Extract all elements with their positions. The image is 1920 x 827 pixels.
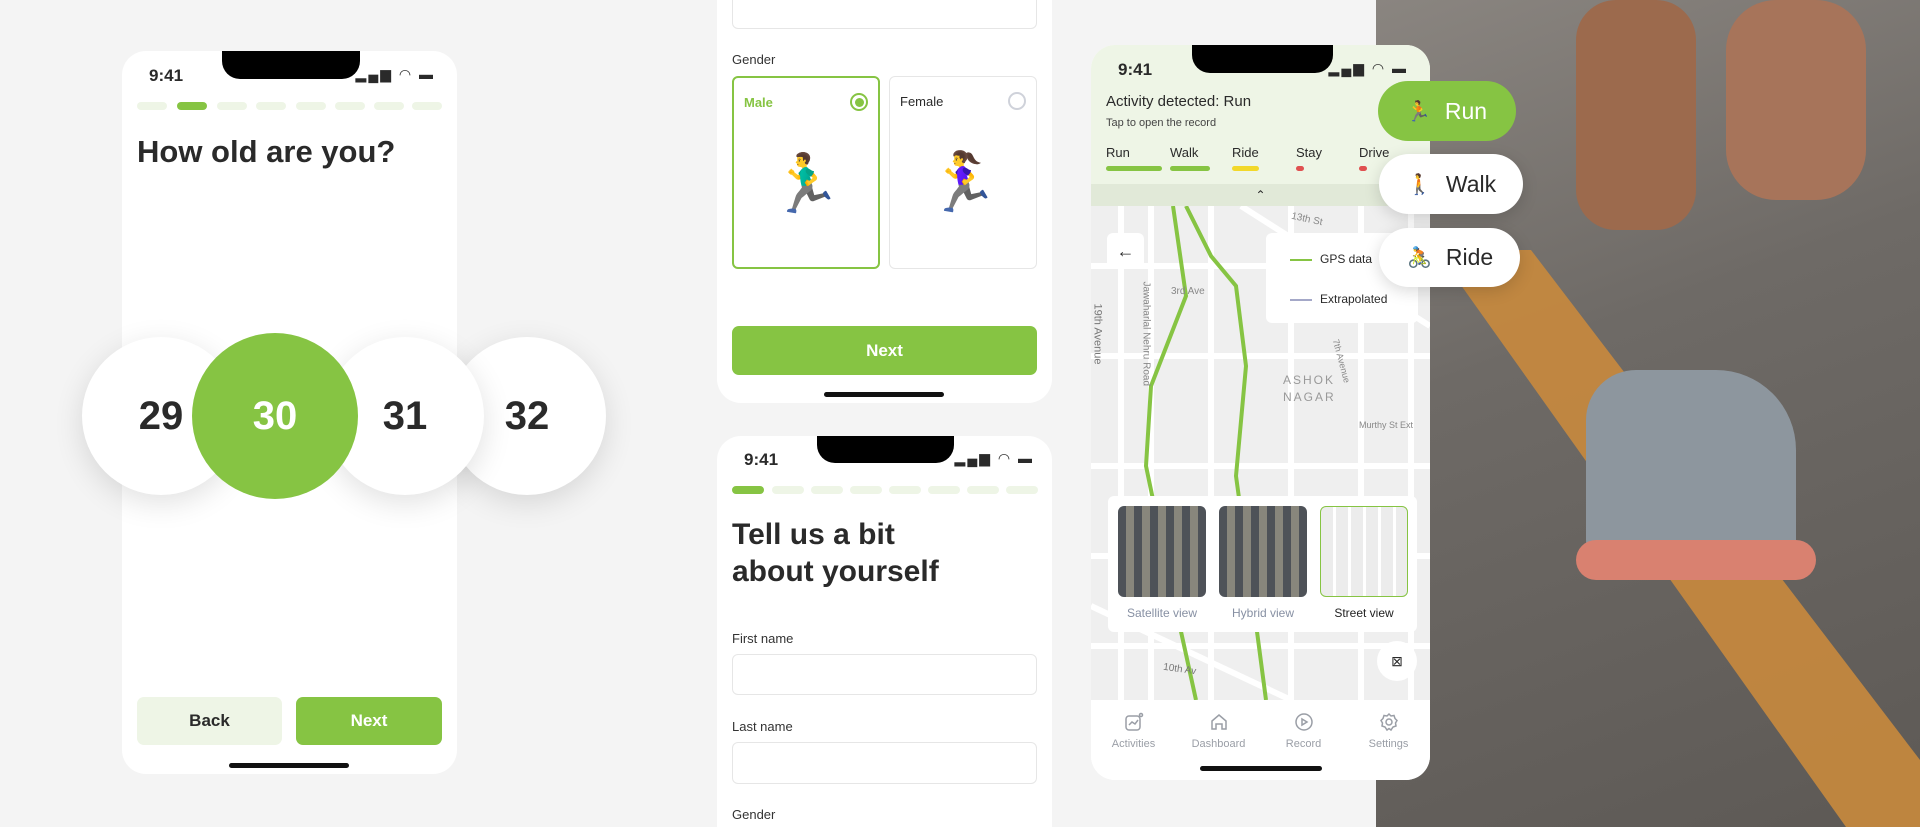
activity-stay: Stay [1296,145,1323,160]
map-view-switcher: Satellite view Hybrid view Street view [1108,496,1417,632]
gender-label: Gender [732,52,776,67]
home-icon [1210,714,1227,730]
play-circle-icon [1294,713,1313,731]
runner-icon: 🏃 [1406,100,1431,123]
hybrid-view-option[interactable] [1219,506,1307,597]
activity-headline: Activity detected: Run [1106,93,1252,110]
next-button[interactable]: Next [732,326,1037,375]
previous-input[interactable] [732,0,1037,29]
next-button[interactable]: Next [296,697,442,745]
home-indicator [1200,766,1322,771]
status-time: 9:41 [1118,60,1153,79]
first-name-input[interactable] [732,654,1037,695]
activity-bar-ride [1232,166,1259,171]
nav-record[interactable]: Record [1261,700,1346,750]
chevron-up-icon: ⌃ [1255,188,1266,202]
activity-walk: Walk [1170,145,1199,160]
status-icons: ▂▄▆ ◠ ▬ [355,66,435,82]
female-runner-icon: 🏃‍♀️ [926,150,1000,215]
gear-icon [1379,712,1398,732]
home-indicator [229,763,349,768]
notch [1192,45,1333,73]
age-option-30-selected[interactable]: 30 [192,333,358,499]
notch [222,51,360,79]
back-button[interactable]: ← [1107,233,1144,269]
status-time: 9:41 [744,450,779,469]
activity-ride: Ride [1232,145,1259,160]
back-button[interactable]: Back [137,697,282,745]
male-runner-icon: 🏃‍♂️ [769,151,843,216]
satellite-view-option[interactable] [1118,506,1206,597]
activity-pill-ride[interactable]: 🚴 Ride [1379,228,1520,287]
status-icons: ▂▄▆ ◠ ▬ [1328,60,1408,76]
activity-chart-icon [1124,712,1143,731]
first-name-label: First name [732,631,794,646]
gender-screen: Gender Male 🏃‍♂️ Female 🏃‍♀️ Next [717,0,1052,403]
page-title: Tell us a bit about yourself [732,518,939,588]
activity-pill-walk[interactable]: 🚶 Walk [1379,154,1523,214]
nav-dashboard[interactable]: Dashboard [1176,700,1261,750]
gender-option-female[interactable]: Female 🏃‍♀️ [889,76,1037,269]
last-name-input[interactable] [732,742,1037,784]
activity-subtitle: Tap to open the record [1106,117,1217,129]
activity-pill-run[interactable]: 🏃 Run [1378,81,1516,141]
bottom-nav: Activities Dashboard Record Settings [1091,700,1430,780]
cyclist-icon: 🚴 [1407,247,1432,269]
status-time: 9:41 [149,66,184,85]
home-indicator [824,392,944,397]
activity-bar-stay [1296,166,1304,171]
activity-bar-walk [1170,166,1210,171]
arrow-left-icon: ← [1116,241,1135,261]
notch [817,436,954,463]
radio-selected[interactable] [850,93,868,111]
nav-settings[interactable]: Settings [1346,700,1430,750]
radio-unselected[interactable] [1008,92,1026,110]
activity-screen: 9:41 ▂▄▆ ◠ ▬ Activity detected: Run Tap … [1091,45,1430,780]
close-icon: ⊠ [1391,653,1403,669]
status-icons: ▂▄▆ ◠ ▬ [954,450,1034,466]
nav-activities[interactable]: Activities [1091,700,1176,750]
gender-option-male[interactable]: Male 🏃‍♂️ [732,76,880,269]
close-view-switcher-button[interactable]: ⊠ [1377,641,1417,681]
about-screen: 9:41 ▂▄▆ ◠ ▬ Tell us a bit about yoursel… [717,436,1052,827]
activity-drive: Drive [1359,145,1390,160]
last-name-label: Last name [732,719,793,734]
activity-run: Run [1106,145,1130,160]
walker-icon: 🚶 [1407,173,1432,196]
activity-bar-run [1106,166,1162,171]
activity-bar-drive [1359,166,1367,171]
gender-label: Gender [732,807,776,822]
street-view-option-selected[interactable] [1320,506,1408,597]
map[interactable]: 13th St 3rd Ave 19th Avenue Jawaharlal N… [1091,206,1430,700]
page-title: How old are you? [137,134,396,169]
